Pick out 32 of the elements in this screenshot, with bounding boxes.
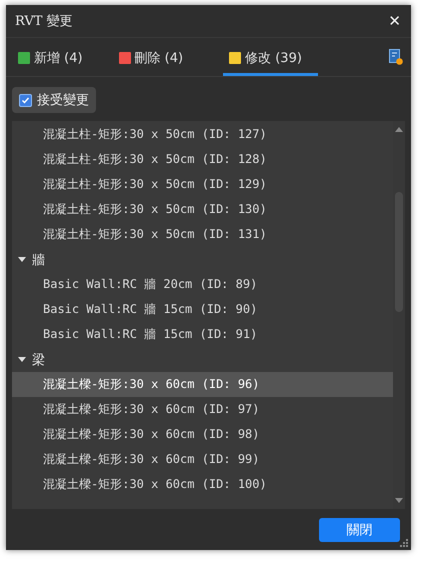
close-button[interactable]: ✕ <box>386 12 403 30</box>
tree-item[interactable]: 混凝土樑-矩形:30 x 60cm (ID: 97) <box>12 397 393 422</box>
expand-caret-icon[interactable] <box>18 257 26 262</box>
group-label: 梁 <box>32 352 45 368</box>
tree-item[interactable]: 混凝土柱-矩形:30 x 50cm (ID: 128) <box>12 147 393 172</box>
tree-item[interactable]: 混凝土柱-矩形:30 x 50cm (ID: 131) <box>12 222 393 247</box>
scroll-down-icon[interactable] <box>395 498 403 503</box>
tab[interactable]: 修改 (39) <box>223 38 318 76</box>
tree-item[interactable]: Basic Wall:RC 牆 20cm (ID: 89) <box>12 272 393 297</box>
tree-item[interactable]: 混凝土柱-矩形:30 x 50cm (ID: 127) <box>12 122 393 147</box>
tree-item[interactable]: 混凝土樑-矩形:30 x 60cm (ID: 100) <box>12 472 393 497</box>
tree-item[interactable]: Basic Wall:RC 牆 15cm (ID: 90) <box>12 297 393 322</box>
checkbox[interactable] <box>19 94 32 106</box>
tree-item[interactable]: Basic Wall:RC 牆 15cm (ID: 91) <box>12 322 393 347</box>
tree-group[interactable]: 牆 <box>12 247 393 272</box>
group-label: 牆 <box>32 252 45 268</box>
tab[interactable]: 新增 (4) <box>12 38 89 76</box>
accept-changes-button[interactable]: 接受變更 <box>12 87 96 113</box>
tab[interactable]: 刪除 (4) <box>112 38 190 76</box>
scroll-up-icon[interactable] <box>395 127 403 132</box>
checkmark-icon <box>21 96 30 104</box>
expand-caret-icon[interactable] <box>18 357 26 362</box>
tree-item[interactable]: 混凝土樑-矩形:30 x 60cm (ID: 96) <box>12 372 393 397</box>
close-dialog-button[interactable]: 關閉 <box>319 518 400 542</box>
tree-item[interactable]: 混凝土柱-矩形:30 x 50cm (ID: 129) <box>12 172 393 197</box>
tree-item[interactable]: 混凝土樑-矩形:30 x 60cm (ID: 98) <box>12 422 393 447</box>
tree-group[interactable]: 梁 <box>12 347 393 372</box>
document-alert-icon[interactable] <box>389 49 403 65</box>
tree-item[interactable]: 混凝土柱-矩形:30 x 50cm (ID: 130) <box>12 197 393 222</box>
resize-grip-icon[interactable] <box>400 539 408 547</box>
tree-item[interactable]: 混凝土樑-矩形:30 x 60cm (ID: 99) <box>12 447 393 472</box>
window-title: RVT 變更 <box>15 13 73 30</box>
